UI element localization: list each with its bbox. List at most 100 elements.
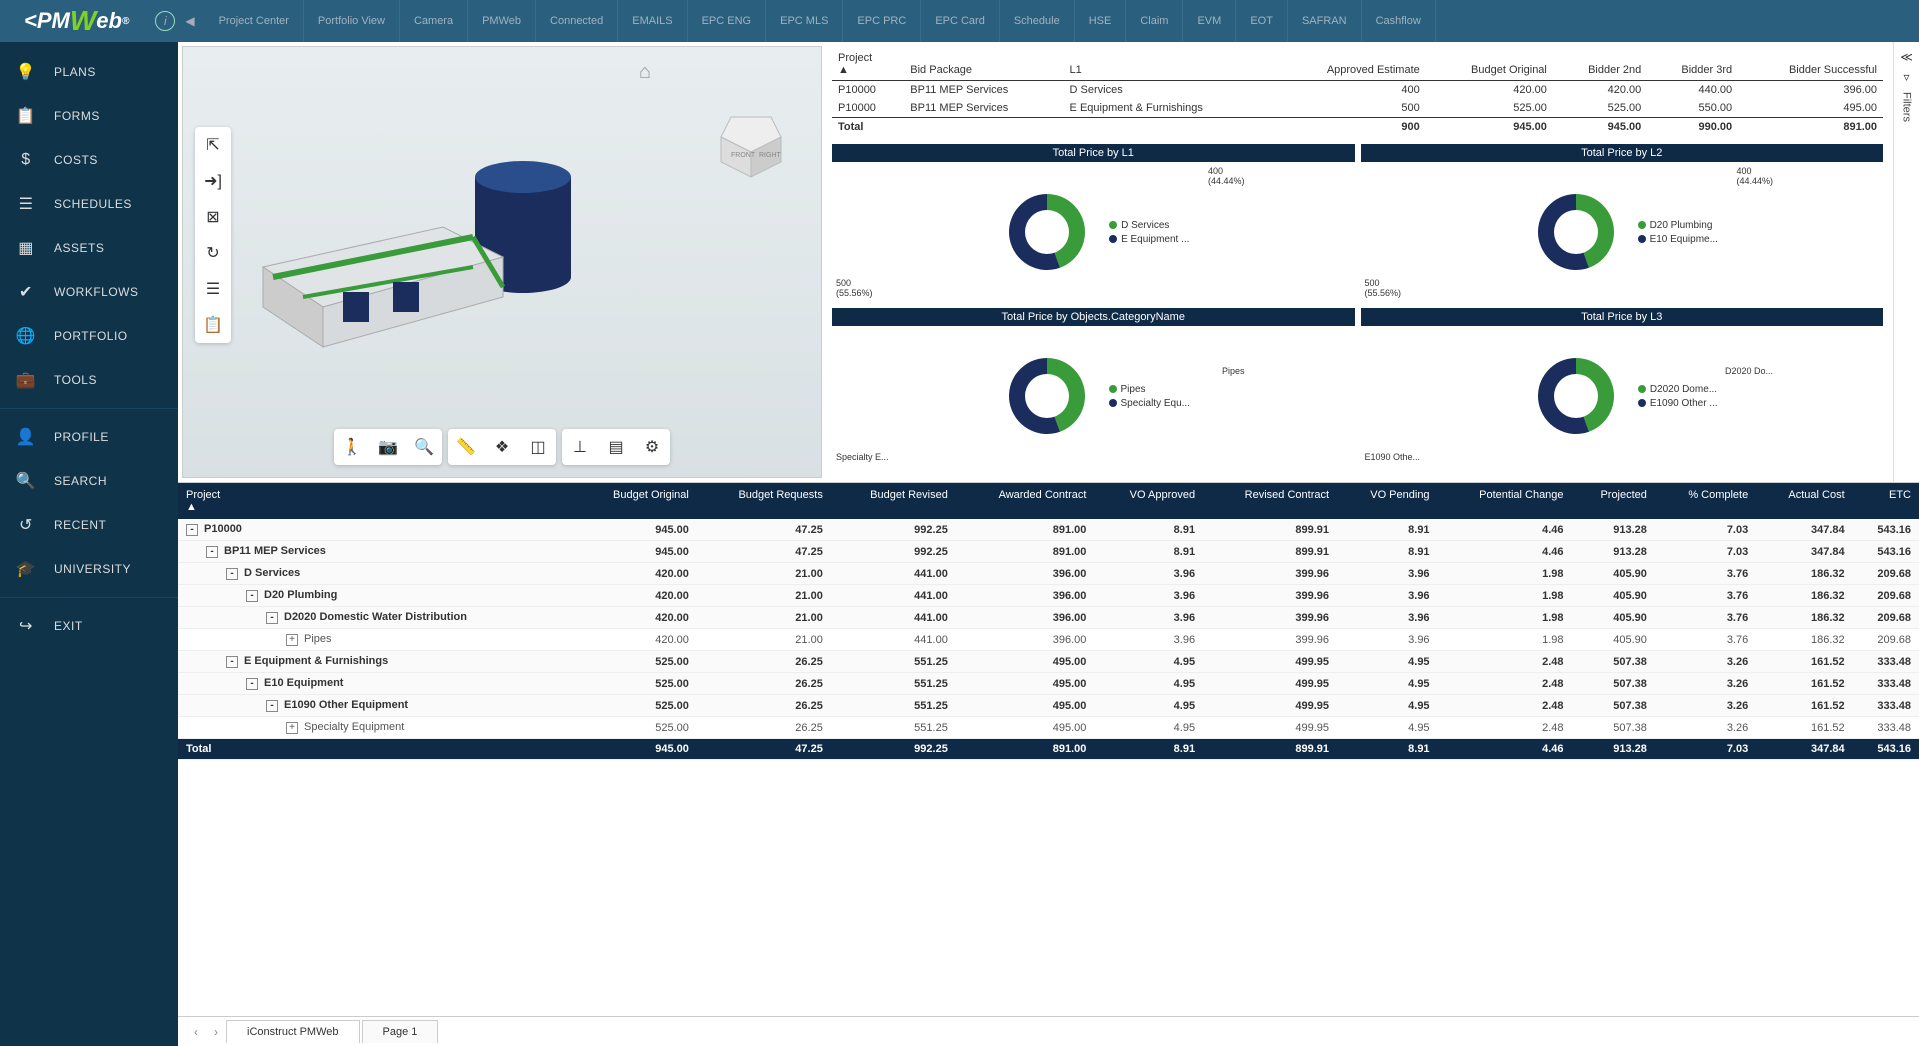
grid-row[interactable]: -D20 Plumbing420.0021.00441.00396.003.96… — [178, 585, 1919, 607]
sidebar-item-recent[interactable]: ↺RECENT — [0, 503, 178, 547]
gear-icon[interactable]: ⚙ — [634, 429, 670, 465]
top-tab-3[interactable]: PMWeb — [468, 0, 536, 42]
donut-chart[interactable] — [1526, 346, 1626, 446]
grid-col-8[interactable]: Potential Change — [1438, 483, 1572, 519]
bid-col-3[interactable]: Approved Estimate — [1274, 48, 1426, 81]
top-tab-10[interactable]: Schedule — [1000, 0, 1075, 42]
sidebar-item-portfolio[interactable]: 🌐PORTFOLIO — [0, 314, 178, 358]
sidebar-item-forms[interactable]: 📋FORMS — [0, 94, 178, 138]
grid-col-0[interactable]: Project▲ — [178, 483, 574, 519]
sidebar-item-costs[interactable]: $COSTS — [0, 138, 178, 182]
footer-tab-0[interactable]: iConstruct PMWeb — [226, 1020, 360, 1043]
sidebar-item-university[interactable]: 🎓UNIVERSITY — [0, 547, 178, 591]
person-icon[interactable]: 🚶 — [334, 429, 370, 465]
export-icon[interactable]: ⇱ — [195, 127, 231, 163]
grid-col-6[interactable]: Revised Contract — [1203, 483, 1337, 519]
sidebar-item-exit[interactable]: ↪EXIT — [0, 604, 178, 648]
sidebar-item-plans[interactable]: 💡PLANS — [0, 50, 178, 94]
sidebar-item-search[interactable]: 🔍SEARCH — [0, 459, 178, 503]
top-tab-11[interactable]: HSE — [1075, 0, 1127, 42]
expand-icon[interactable]: + — [286, 634, 298, 646]
expand-icon[interactable]: - — [266, 700, 278, 712]
camera-icon[interactable]: 📷 — [370, 429, 406, 465]
clipboard-icon[interactable]: 📋 — [195, 307, 231, 343]
expand-icon[interactable]: - — [226, 568, 238, 580]
grid-col-12[interactable]: ETC — [1853, 483, 1919, 519]
view-cube[interactable]: FRONTRIGHT — [711, 107, 791, 187]
bid-col-1[interactable]: Bid Package — [904, 48, 1063, 81]
sound-icon[interactable]: ◀ — [185, 14, 194, 28]
login-icon[interactable]: ➜] — [195, 163, 231, 199]
grid-col-7[interactable]: VO Pending — [1337, 483, 1438, 519]
sidebar-item-tools[interactable]: 💼TOOLS — [0, 358, 178, 402]
top-tab-1[interactable]: Portfolio View — [304, 0, 400, 42]
expand-icon[interactable]: - — [246, 678, 258, 690]
top-tab-7[interactable]: EPC MLS — [766, 0, 843, 42]
zoom-icon[interactable]: 🔍 — [406, 429, 442, 465]
expand-icon[interactable]: - — [206, 546, 218, 558]
info-icon[interactable]: i — [155, 11, 175, 31]
bid-col-5[interactable]: Bidder 2nd — [1553, 48, 1647, 81]
filters-rail[interactable]: ≪ ▿ Filters — [1893, 42, 1919, 482]
top-tab-2[interactable]: Camera — [400, 0, 468, 42]
refresh-icon[interactable]: ↻ — [195, 235, 231, 271]
top-tab-12[interactable]: Claim — [1126, 0, 1183, 42]
expand-icon[interactable]: - — [246, 590, 258, 602]
home-icon[interactable]: ⌂ — [639, 61, 651, 84]
expand-icon[interactable]: - — [186, 524, 198, 536]
properties-icon[interactable]: ▤ — [598, 429, 634, 465]
donut-chart[interactable] — [997, 346, 1097, 446]
expand-icon[interactable]: - — [226, 656, 238, 668]
top-tab-6[interactable]: EPC ENG — [688, 0, 767, 42]
filter-icon[interactable]: ▿ — [1903, 70, 1909, 84]
grid-row[interactable]: -E1090 Other Equipment525.0026.25551.254… — [178, 695, 1919, 717]
grid-col-4[interactable]: Awarded Contract — [956, 483, 1095, 519]
grid-col-1[interactable]: Budget Original — [574, 483, 697, 519]
grid-row[interactable]: -E10 Equipment525.0026.25551.25495.004.9… — [178, 673, 1919, 695]
grid-row[interactable]: -BP11 MEP Services945.0047.25992.25891.0… — [178, 541, 1919, 563]
grid-col-5[interactable]: VO Approved — [1094, 483, 1203, 519]
top-tab-16[interactable]: Cashflow — [1362, 0, 1436, 42]
bid-col-4[interactable]: Budget Original — [1426, 48, 1553, 81]
tab-next-icon[interactable]: › — [206, 1021, 226, 1043]
top-tab-13[interactable]: EVM — [1183, 0, 1236, 42]
tree-icon[interactable]: ⊥ — [562, 429, 598, 465]
grid-col-9[interactable]: Projected — [1572, 483, 1655, 519]
grid-row[interactable]: +Pipes420.0021.00441.00396.003.96399.963… — [178, 629, 1919, 651]
cost-grid[interactable]: Project▲Budget OriginalBudget RequestsBu… — [178, 482, 1919, 1016]
donut-chart[interactable] — [1526, 182, 1626, 282]
layers-icon[interactable]: ❖ — [484, 429, 520, 465]
top-tab-0[interactable]: Project Center — [205, 0, 304, 42]
bid-col-6[interactable]: Bidder 3rd — [1647, 48, 1738, 81]
grid-row[interactable]: +Specialty Equipment525.0026.25551.25495… — [178, 717, 1919, 739]
measure-icon[interactable]: 📏 — [448, 429, 484, 465]
bid-row[interactable]: P10000BP11 MEP ServicesD Services400420.… — [832, 81, 1883, 100]
grid-row[interactable]: -D Services420.0021.00441.00396.003.9639… — [178, 563, 1919, 585]
grid-row[interactable]: -E Equipment & Furnishings525.0026.25551… — [178, 651, 1919, 673]
grid-col-3[interactable]: Budget Revised — [831, 483, 956, 519]
collapse-icon[interactable]: ≪ — [1900, 50, 1913, 64]
bid-col-0[interactable]: Project▲ — [832, 48, 904, 81]
bid-row[interactable]: P10000BP11 MEP ServicesE Equipment & Fur… — [832, 99, 1883, 118]
sidebar-item-workflows[interactable]: ✔WORKFLOWS — [0, 270, 178, 314]
list-icon[interactable]: ☰ — [195, 271, 231, 307]
grid-row[interactable]: -D2020 Domestic Water Distribution420.00… — [178, 607, 1919, 629]
top-tab-4[interactable]: Connected — [536, 0, 618, 42]
expand-icon[interactable]: + — [286, 722, 298, 734]
grid-col-10[interactable]: % Complete — [1655, 483, 1756, 519]
top-tab-9[interactable]: EPC Card — [921, 0, 1000, 42]
bid-col-7[interactable]: Bidder Successful — [1738, 48, 1883, 81]
grid-col-11[interactable]: Actual Cost — [1756, 483, 1852, 519]
expand-icon[interactable]: - — [266, 612, 278, 624]
tab-prev-icon[interactable]: ‹ — [186, 1021, 206, 1043]
top-tab-15[interactable]: SAFRAN — [1288, 0, 1362, 42]
grid-col-2[interactable]: Budget Requests — [697, 483, 831, 519]
sidebar-item-schedules[interactable]: ☰SCHEDULES — [0, 182, 178, 226]
bid-col-2[interactable]: L1 — [1064, 48, 1274, 81]
sidebar-item-profile[interactable]: 👤PROFILE — [0, 415, 178, 459]
donut-chart[interactable] — [997, 182, 1097, 282]
model-viewer[interactable]: ⌂ FRONTRIGHT — [182, 46, 822, 478]
close-box-icon[interactable]: ⊠ — [195, 199, 231, 235]
footer-tab-1[interactable]: Page 1 — [362, 1020, 439, 1043]
top-tab-5[interactable]: EMAILS — [618, 0, 687, 42]
